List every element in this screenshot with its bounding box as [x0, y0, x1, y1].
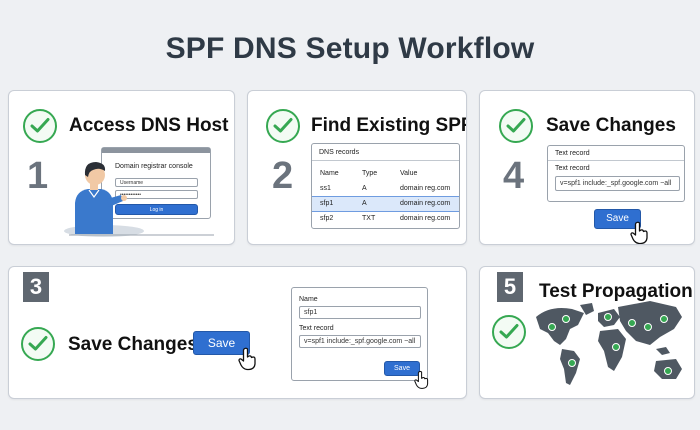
divider: [312, 160, 459, 161]
check-icon: [266, 109, 300, 143]
dns-records-panel: DNS records Name Type Value ss1 A domain…: [311, 143, 460, 229]
page-title: SPF DNS Setup Workflow: [165, 32, 535, 65]
name-field[interactable]: sfp1: [299, 306, 421, 319]
panel-title: Text record: [555, 150, 590, 157]
step-4-card: Save Changes 4 Text record Text record v…: [479, 90, 695, 245]
divider: [548, 160, 684, 161]
step-2-card: Find Existing SPF 2 DNS records Name Typ…: [247, 90, 467, 245]
cell-value: domain reg.com: [392, 195, 459, 212]
record-edit-panel: Name sfp1 Text record v=spf1 include:_sp…: [291, 287, 428, 381]
text-record-panel: Text record Text record v=spf1 include:_…: [547, 145, 685, 202]
table-row[interactable]: sfp2 TXT domain reg.com: [312, 211, 459, 226]
step-3-card: 3 Save Changes Save Name sfp1 Text recor…: [8, 266, 467, 399]
cell-name: sfp2: [320, 215, 334, 223]
cell-name: sfp1: [312, 195, 354, 212]
cell-value: domain reg.com: [400, 215, 451, 223]
step-number: 4: [503, 155, 525, 197]
text-record-field[interactable]: v=spf1 include:_spf.google.com ~all: [299, 335, 421, 348]
cell-type: A: [354, 195, 392, 212]
column-header: Value: [400, 170, 418, 177]
hand-cursor-icon: [630, 221, 648, 244]
dns-records-table: Name Type Value ss1 A domain reg.com sfp…: [312, 166, 459, 226]
table-row-selected[interactable]: sfp1 A domain reg.com: [312, 195, 459, 212]
cell-value: domain reg.com: [400, 184, 451, 192]
hand-cursor-icon: [414, 370, 429, 389]
step-title: Save Changes: [546, 115, 676, 136]
table-header-row: Name Type Value: [312, 166, 459, 181]
text-record-field[interactable]: v=spf1 include:_spf.google.com ~all: [555, 176, 680, 191]
step-5-card: 5 Test Propagation: [479, 266, 695, 399]
step-number: 3: [23, 272, 49, 302]
hand-cursor-icon: [238, 347, 256, 371]
name-label: Name: [299, 296, 318, 303]
column-header: Type: [362, 170, 378, 177]
text-record-label: Text record: [555, 165, 590, 172]
panel-title: DNS records: [319, 149, 360, 156]
step-title: Save Changes: [68, 334, 198, 355]
person-illustration: [64, 162, 214, 237]
step-1-card: Access DNS Host 1 Domain registrar conso…: [8, 90, 235, 245]
column-header: Name: [320, 170, 339, 177]
step-number: 2: [272, 155, 294, 197]
cell-type: TXT: [362, 215, 376, 223]
cell-name: ss1: [320, 184, 331, 192]
step-title: Find Existing SPF: [311, 115, 467, 136]
world-map-illustration: [536, 301, 682, 385]
check-icon: [499, 109, 533, 143]
cell-type: A: [362, 184, 367, 192]
check-icon: [21, 327, 55, 361]
table-row[interactable]: ss1 A domain reg.com: [312, 181, 459, 196]
text-record-label: Text record: [299, 325, 334, 332]
